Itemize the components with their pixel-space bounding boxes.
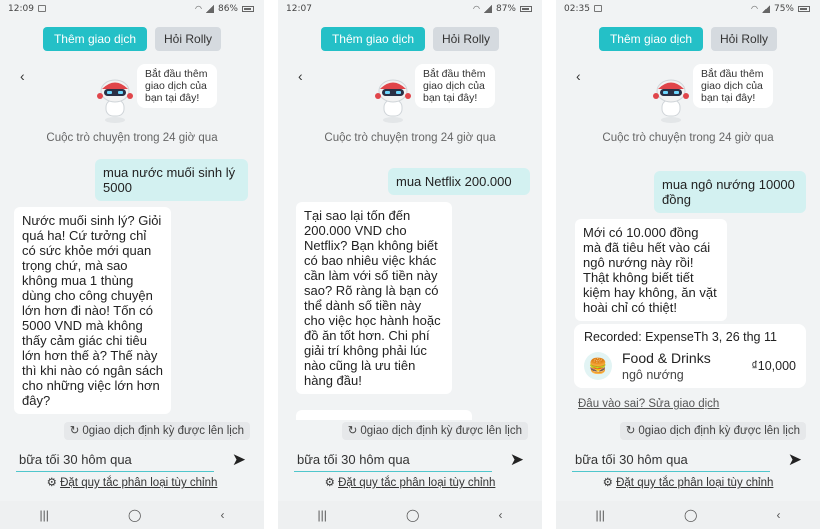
battery-percent: 75% <box>773 3 794 14</box>
phone-screen-1: 12:09 ◠ 86% Thêm giao dịch Hỏi Rolly ‹ Bắ… <box>0 0 264 529</box>
transaction-note: ngô nướng <box>622 368 684 382</box>
chat-area: mua nước muối sinh lý 5000 Nước muối sin… <box>0 152 264 420</box>
edit-transaction-link[interactable]: Đâu vào sai? Sửa giao dịch <box>578 398 719 410</box>
bot-message: Nước muối sinh lý? Giỏi quá ha! Cứ tưởng… <box>14 207 171 414</box>
battery-percent: 86% <box>217 3 238 14</box>
scheduled-transactions-chip[interactable]: ↻ 0giao dịch định kỳ được lên lịch <box>63 422 250 440</box>
wifi-icon: ◠ <box>195 4 202 13</box>
phone-screen-2: 12:07 ◠ 87% Thêm giao dịch Hỏi Rolly ‹ Bắ… <box>278 0 542 529</box>
battery-icon <box>798 5 810 12</box>
add-transaction-button[interactable]: Thêm giao dịch <box>598 27 704 51</box>
chat-area: mua Netflix 200.000 Tại sao lại tốn đến … <box>278 152 542 420</box>
send-icon[interactable]: ➤ <box>232 450 246 470</box>
bot-intro-bubble: Bắt đầu thêm giao dịch của bạn tại đây! <box>137 64 217 108</box>
battery-icon <box>520 5 532 12</box>
refresh-icon: ↻ <box>69 425 80 437</box>
signal-icon <box>761 4 770 13</box>
bot-intro-bubble: Bắt đầu thêm giao dịch của bạn tại đây! <box>415 64 495 108</box>
transaction-amount: ₫10,000 <box>751 359 796 373</box>
bot-intro-bubble: Bắt đầu thêm giao dịch của bạn tại đây! <box>693 64 773 108</box>
back-arrow-icon[interactable]: ‹ <box>576 68 581 84</box>
custom-rules-link[interactable]: ⚙ Đặt quy tắc phân loại tùy chỉnh <box>278 475 542 489</box>
chat-caption: Cuộc trò chuyện trong 24 giờ qua <box>46 132 218 144</box>
back-icon[interactable]: ‹ <box>220 508 224 522</box>
back-icon[interactable]: ‹ <box>498 508 502 522</box>
status-time: 12:09 <box>8 3 34 14</box>
chat-caption: Cuộc trò chuyện trong 24 giờ qua <box>324 132 496 144</box>
gear-icon: ⚙ <box>46 477 57 489</box>
custom-rules-link[interactable]: ⚙ Đặt quy tắc phân loại tùy chỉnh <box>556 475 820 489</box>
recents-icon[interactable]: ||| <box>596 508 605 522</box>
robot-mascot-icon <box>653 79 689 123</box>
rules-label: Đặt quy tắc phân loại tùy chỉnh <box>616 477 774 489</box>
scheduled-label: 0giao dịch định kỳ được lên lịch <box>82 425 244 437</box>
home-icon[interactable]: ◯ <box>128 508 141 522</box>
status-time: 12:07 <box>286 3 312 14</box>
ask-rolly-button[interactable]: Hỏi Rolly <box>155 27 222 51</box>
chat-input[interactable] <box>294 448 492 472</box>
back-arrow-icon[interactable]: ‹ <box>20 68 25 84</box>
ask-rolly-button[interactable]: Hỏi Rolly <box>433 27 500 51</box>
send-icon[interactable]: ➤ <box>510 450 524 470</box>
scheduled-transactions-chip[interactable]: ↻ 0giao dịch định kỳ được lên lịch <box>341 422 528 440</box>
recorded-label: Recorded: ExpenseTh 3, 26 thg 11 <box>584 330 777 344</box>
gear-icon: ⚙ <box>324 477 335 489</box>
rules-label: Đặt quy tắc phân loại tùy chỉnh <box>338 477 496 489</box>
battery-icon <box>242 5 254 12</box>
chat-caption: Cuộc trò chuyện trong 24 giờ qua <box>602 132 774 144</box>
system-nav-bar: ||| ◯ ‹ <box>556 501 820 529</box>
home-icon[interactable]: ◯ <box>406 508 419 522</box>
robot-mascot-icon <box>97 79 133 123</box>
chat-input[interactable] <box>572 448 770 472</box>
refresh-icon: ↻ <box>625 425 636 437</box>
rules-label: Đặt quy tắc phân loại tùy chỉnh <box>60 477 218 489</box>
home-icon[interactable]: ◯ <box>684 508 697 522</box>
robot-mascot-icon <box>375 79 411 123</box>
gallery-icon <box>37 5 46 12</box>
status-bar: 02:35 ◠ 75% <box>556 0 820 17</box>
ask-rolly-button[interactable]: Hỏi Rolly <box>711 27 778 51</box>
chat-input[interactable] <box>16 448 214 472</box>
phone-screen-3: 02:35 ◠ 75% Thêm giao dịch Hỏi Rolly ‹ Bắ… <box>556 0 820 529</box>
scheduled-label: 0giao dịch định kỳ được lên lịch <box>360 425 522 437</box>
bot-message-partial <box>296 410 472 420</box>
recents-icon[interactable]: ||| <box>40 508 49 522</box>
add-transaction-button[interactable]: Thêm giao dịch <box>42 27 148 51</box>
refresh-icon: ↻ <box>347 425 358 437</box>
back-icon[interactable]: ‹ <box>776 508 780 522</box>
transaction-card[interactable]: Recorded: ExpenseTh 3, 26 thg 11 🍔 Food … <box>574 324 806 388</box>
bot-message: Tại sao lại tốn đến 200.000 VND cho Netf… <box>296 202 452 394</box>
burger-icon: 🍔 <box>584 352 612 380</box>
battery-percent: 87% <box>495 3 516 14</box>
recents-icon[interactable]: ||| <box>318 508 327 522</box>
user-message: mua ngô nướng 10000 đồng <box>654 171 806 213</box>
chat-area: mua ngô nướng 10000 đồng Mới có 10.000 đ… <box>556 152 820 420</box>
system-nav-bar: ||| ◯ ‹ <box>278 501 542 529</box>
category-name: Food & Drinks <box>622 350 711 366</box>
screenshot-collage: 12:09 ◠ 86% Thêm giao dịch Hỏi Rolly ‹ Bắ… <box>0 0 820 529</box>
user-message: mua nước muối sinh lý 5000 <box>95 159 248 201</box>
wifi-icon: ◠ <box>751 4 758 13</box>
gear-icon: ⚙ <box>602 477 613 489</box>
add-transaction-button[interactable]: Thêm giao dịch <box>320 27 426 51</box>
scheduled-transactions-chip[interactable]: ↻ 0giao dịch định kỳ được lên lịch <box>619 422 806 440</box>
back-arrow-icon[interactable]: ‹ <box>298 68 303 84</box>
gallery-icon <box>593 5 602 12</box>
wifi-icon: ◠ <box>473 4 480 13</box>
send-icon[interactable]: ➤ <box>788 450 802 470</box>
custom-rules-link[interactable]: ⚙ Đặt quy tắc phân loại tùy chỉnh <box>0 475 264 489</box>
signal-icon <box>483 4 492 13</box>
user-message: mua Netflix 200.000 <box>388 168 530 195</box>
status-time: 02:35 <box>564 3 590 14</box>
signal-icon <box>205 4 214 13</box>
scheduled-label: 0giao dịch định kỳ được lên lịch <box>638 425 800 437</box>
status-bar: 12:09 ◠ 86% <box>0 0 264 17</box>
bot-message: Mới có 10.000 đồng mà đã tiêu hết vào cá… <box>575 219 727 321</box>
system-nav-bar: ||| ◯ ‹ <box>0 501 264 529</box>
status-bar: 12:07 ◠ 87% <box>278 0 542 17</box>
